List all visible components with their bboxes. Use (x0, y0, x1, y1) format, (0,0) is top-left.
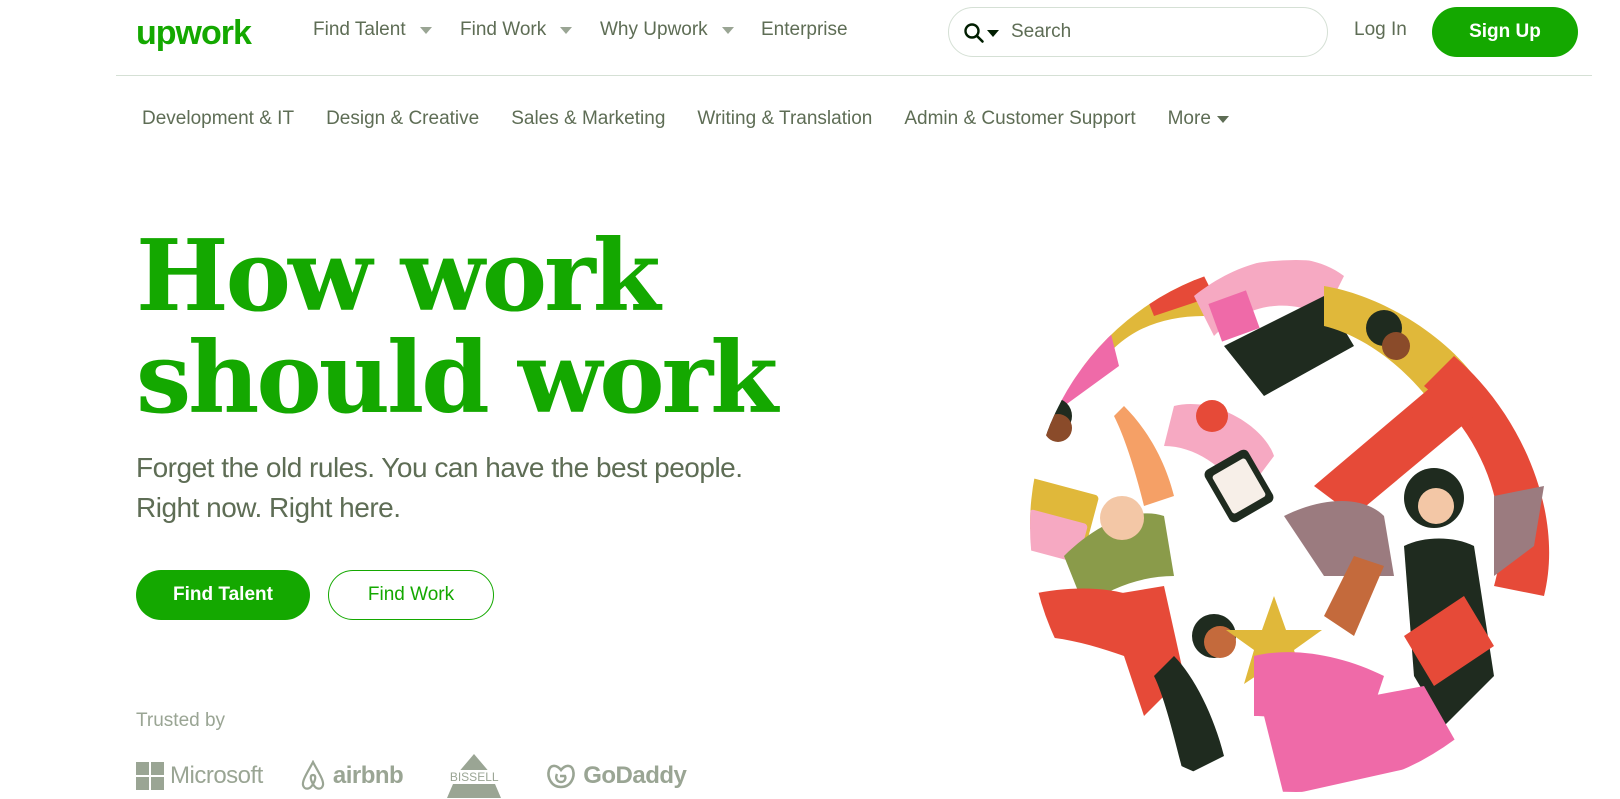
category-writing-translation[interactable]: Writing & Translation (697, 108, 872, 130)
find-work-button[interactable]: Find Work (328, 570, 494, 620)
hero-title-line1: How work (136, 219, 661, 334)
search-input[interactable] (1011, 18, 1311, 46)
top-navbar: upwork Find Talent Find Work Why Upwork … (116, 0, 1592, 76)
trusted-logos: Microsoft airbnb BISSELL GoDaddy (136, 754, 687, 798)
hero-title-line2: should work (136, 321, 778, 436)
microsoft-logo: Microsoft (136, 762, 263, 790)
nav-find-talent[interactable]: Find Talent (313, 19, 432, 41)
category-design-creative[interactable]: Design & Creative (326, 108, 479, 130)
chevron-down-icon (721, 26, 734, 34)
search-icon[interactable] (963, 22, 985, 44)
bissell-logo-text: BISSELL (439, 770, 510, 784)
airbnb-belo-icon (301, 760, 324, 790)
login-link[interactable]: Log In (1354, 19, 1407, 41)
airbnb-logo: airbnb (299, 760, 404, 792)
nav-why-upwork[interactable]: Why Upwork (600, 19, 734, 41)
godaddy-mark-icon (547, 764, 575, 789)
category-more-label: More (1167, 108, 1211, 129)
nav-enterprise[interactable]: Enterprise (761, 19, 848, 41)
chevron-down-icon (1216, 115, 1229, 123)
hero-illustration (1030, 260, 1550, 792)
upwork-logo[interactable]: upwork (136, 14, 270, 54)
bissell-logo: BISSELL (439, 754, 510, 798)
search-bar (948, 7, 1328, 57)
signup-button[interactable]: Sign Up (1432, 7, 1578, 57)
nav-why-upwork-label: Why Upwork (600, 19, 708, 40)
trusted-by-label: Trusted by (136, 710, 226, 731)
airbnb-logo-text: airbnb (332, 762, 404, 789)
chevron-down-icon (560, 26, 573, 34)
category-development-it[interactable]: Development & IT (142, 108, 294, 130)
microsoft-logo-text: Microsoft (170, 762, 263, 789)
category-admin-support[interactable]: Admin & Customer Support (904, 108, 1135, 130)
nav-find-work-label: Find Work (460, 19, 547, 40)
search-type-dropdown-icon[interactable] (987, 30, 999, 37)
chevron-down-icon (419, 26, 432, 34)
hero-subtitle: Forget the old rules. You can have the b… (136, 448, 836, 528)
hero-subtitle-line1: Forget the old rules. You can have the b… (136, 452, 743, 483)
microsoft-grid-icon (136, 762, 164, 790)
godaddy-logo: GoDaddy (545, 761, 687, 791)
category-nav: Development & IT Design & Creative Sales… (142, 108, 1229, 130)
godaddy-logo-text: GoDaddy (583, 762, 687, 789)
nav-find-work[interactable]: Find Work (460, 19, 573, 41)
category-more[interactable]: More (1168, 108, 1229, 130)
find-talent-button[interactable]: Find Talent (136, 570, 310, 620)
hero-title: How work should work (136, 226, 778, 430)
nav-find-talent-label: Find Talent (313, 19, 406, 40)
hero-subtitle-line2: Right now. Right here. (136, 492, 401, 523)
nav-enterprise-label: Enterprise (761, 19, 848, 40)
logo-text: upwork (136, 14, 252, 52)
category-sales-marketing[interactable]: Sales & Marketing (511, 108, 665, 130)
